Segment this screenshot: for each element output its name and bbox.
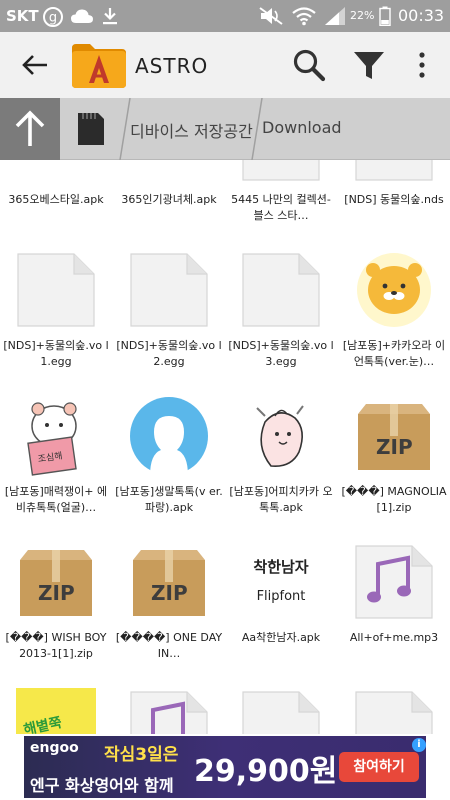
file-item[interactable] <box>113 678 225 734</box>
app-bar: ASTRO <box>0 32 450 98</box>
mute-icon <box>259 7 283 25</box>
file-item[interactable] <box>338 678 450 734</box>
ad-creative[interactable]: engoo 작심3일은 엔구 화상영어와 함께 29,900원 참여하기 i <box>24 736 426 798</box>
file-thumbnail <box>354 250 434 330</box>
zip-thumb-text: ZIP <box>376 435 413 459</box>
file-thumbnail <box>241 396 321 476</box>
file-name: [NDS]+동물의숲.vo l1.egg <box>3 339 109 368</box>
file-item[interactable]: 5445 나만의 컬렉션-블스 스타… <box>225 160 337 240</box>
file-thumbnail <box>354 160 434 184</box>
file-thumbnail: 조심해 <box>16 396 96 476</box>
file-name: [����] ONE DAY IN… <box>115 631 223 660</box>
breadcrumb-device-storage[interactable]: 디바이스 저장공간 <box>130 118 253 142</box>
file-thumbnail: ZIP <box>129 542 209 622</box>
ad-headline: 작심3일은 <box>104 745 179 765</box>
cloud-icon <box>71 9 93 23</box>
file-item[interactable]: Flipfont 365오베스타일.apk <box>0 160 112 240</box>
file-thumbnail <box>16 250 96 330</box>
file-item[interactable]: ZIP [����] ONE DAY IN… <box>113 532 225 678</box>
file-name: 365인기광녀체.apk <box>121 193 217 206</box>
file-thumbnail <box>129 250 209 330</box>
file-thumbnail <box>241 688 321 734</box>
file-item[interactable]: [NDS]+동물의숲.vo l3.egg <box>225 240 337 386</box>
file-name: 365오베스타일.apk <box>8 193 104 206</box>
file-name: [���] MAGNOLIA[1].zip <box>341 485 447 514</box>
ad-subtext: 엔구 화상영어와 함께 <box>30 776 174 795</box>
ad-banner[interactable]: engoo 작심3일은 엔구 화상영어와 함께 29,900원 참여하기 i <box>0 734 450 800</box>
clock: 00:33 <box>398 6 445 25</box>
file-name: [���] WISH BOY 2013-1[1].zip <box>5 631 107 660</box>
signal-icon <box>325 7 345 25</box>
file-thumbnail: ZIP <box>16 542 96 622</box>
breadcrumb: 디바이스 저장공간 Download <box>0 98 450 160</box>
file-name: Aa착한남자.apk <box>241 631 321 644</box>
file-name: [남포동]매력쟁이+ 에비츄톡톡(얼굴)… <box>4 485 108 514</box>
file-item[interactable]: [남포동]+카카오라 이언톡톡(ver.눈)… <box>338 240 450 386</box>
app-title: ASTRO <box>135 54 209 78</box>
file-thumbnail <box>129 396 209 476</box>
wifi-icon <box>292 7 316 26</box>
filter-icon[interactable] <box>352 49 386 83</box>
ad-cta-button[interactable]: 참여하기 <box>339 752 419 782</box>
svg-text:g: g <box>49 11 57 26</box>
ad-info-icon[interactable]: i <box>412 738 426 752</box>
file-item[interactable]: [NDS] 동물의숲.nds <box>338 160 450 240</box>
file-thumbnail <box>129 688 209 734</box>
file-item[interactable]: All+of+me.mp3 <box>338 532 450 678</box>
file-item[interactable]: [남포동]생말톡톡(v er.파랑).apk <box>113 386 225 532</box>
zip-thumb-text: ZIP <box>38 581 75 605</box>
file-item[interactable]: 착한남자 Flipfont Aa착한남자.apk <box>225 532 337 678</box>
file-item[interactable]: 해볕쭉 <box>0 678 112 734</box>
storage-root-button[interactable] <box>60 98 122 160</box>
file-name: [NDS]+동물의숲.vo l3.egg <box>228 339 334 368</box>
up-arrow-icon <box>15 110 45 146</box>
file-thumbnail <box>241 250 321 330</box>
zip-thumb-text: ZIP <box>151 581 188 605</box>
ad-brand: engoo <box>30 740 79 756</box>
file-thumbnail: ZIP <box>354 396 434 476</box>
file-item[interactable]: ZIP [���] WISH BOY 2013-1[1].zip <box>0 532 112 678</box>
file-thumbnail: 착한남자 Flipfont <box>241 542 321 622</box>
file-item[interactable]: 조심해 [남포동]매력쟁이+ 에비츄톡톡(얼굴)… <box>0 386 112 532</box>
file-thumbnail <box>354 688 434 734</box>
status-bar: SKT g 22% 00:33 <box>0 0 450 32</box>
file-item[interactable] <box>225 678 337 734</box>
more-vert-icon[interactable] <box>414 50 430 80</box>
carrier-label: SKT <box>6 7 39 25</box>
file-thumbnail <box>354 542 434 622</box>
file-name: [남포동]+카카오라 이언톡톡(ver.눈)… <box>342 339 446 368</box>
file-thumbnail: Flipfont <box>16 160 96 184</box>
flipfont-sub-text: Flipfont <box>257 589 306 604</box>
file-item[interactable]: [NDS]+동물의숲.vo l2.egg <box>113 240 225 386</box>
file-item[interactable]: Flipfont 365인기광녀체.apk <box>113 160 225 240</box>
ad-price: 29,900원 <box>194 754 338 789</box>
download-icon <box>103 8 117 25</box>
file-item[interactable]: [NDS]+동물의숲.vo l1.egg <box>0 240 112 386</box>
battery-icon <box>379 6 391 26</box>
flipfont-title-text: 착한남자 <box>253 558 308 576</box>
file-thumbnail <box>241 160 321 184</box>
sd-card-icon <box>78 113 104 145</box>
up-button[interactable] <box>0 98 60 160</box>
file-name: [NDS]+동물의숲.vo l2.egg <box>116 339 222 368</box>
search-icon[interactable] <box>292 48 326 82</box>
file-name: [남포동]어피치카카 오톡톡.apk <box>229 485 333 514</box>
file-name: [NDS] 동물의숲.nds <box>344 193 444 206</box>
g-circle-icon: g <box>43 7 63 27</box>
file-thumbnail: 해볕쭉 <box>16 688 96 734</box>
file-thumbnail: Flipfont <box>129 160 209 184</box>
file-item[interactable]: ZIP [���] MAGNOLIA[1].zip <box>338 386 450 532</box>
file-name: [남포동]생말톡톡(v er.파랑).apk <box>115 485 223 514</box>
astro-folder-logo <box>72 44 126 88</box>
file-name: 5445 나만의 컬렉션-블스 스타… <box>231 193 331 222</box>
breadcrumb-download[interactable]: Download <box>262 118 342 137</box>
file-grid: Flipfont 365오베스타일.apk Flipfont 365인기광녀체.apk… <box>0 160 450 734</box>
back-arrow-icon[interactable] <box>20 50 50 80</box>
battery-percent: 22% <box>350 9 375 22</box>
file-item[interactable]: [남포동]어피치카카 오톡톡.apk <box>225 386 337 532</box>
file-name: All+of+me.mp3 <box>349 631 439 644</box>
